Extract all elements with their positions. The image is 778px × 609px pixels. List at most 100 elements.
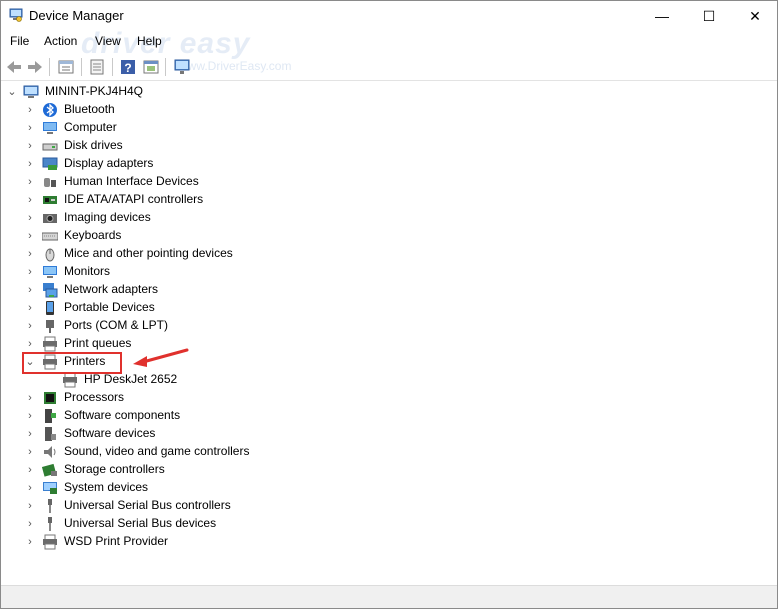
tree-item-network-adapters[interactable]: › Network adapters xyxy=(1,281,777,299)
expand-chevron-icon[interactable]: › xyxy=(25,158,35,170)
back-icon[interactable] xyxy=(5,58,23,76)
tree-item-label: Imaging devices xyxy=(64,210,151,224)
close-button[interactable]: ✕ xyxy=(732,1,778,31)
tree-item-software-components[interactable]: › Software components xyxy=(1,407,777,425)
tree-item-bluetooth[interactable]: › Bluetooth xyxy=(1,101,777,119)
toolbar: ? xyxy=(1,54,777,81)
help-icon[interactable]: ? xyxy=(119,58,137,76)
tree-item-processors[interactable]: › Processors xyxy=(1,389,777,407)
processor-icon xyxy=(44,392,56,404)
expand-chevron-icon[interactable]: › xyxy=(25,464,35,476)
tree-item-portable-devices[interactable]: › Portable Devices xyxy=(1,299,777,317)
expand-chevron-icon[interactable]: › xyxy=(25,518,35,530)
software-device-icon xyxy=(45,427,56,441)
storage-controller-icon xyxy=(42,463,57,477)
tree-root[interactable]: ⌄ MININT-PKJ4H4Q xyxy=(1,83,777,101)
update-icon[interactable] xyxy=(88,58,106,76)
expand-chevron-icon[interactable]: › xyxy=(25,500,35,512)
computer-icon xyxy=(43,122,57,134)
tree-item-keyboards[interactable]: › Keyboards xyxy=(1,227,777,245)
expand-chevron-icon[interactable]: › xyxy=(25,482,35,494)
tree-item-label: IDE ATA/ATAPI controllers xyxy=(64,192,204,206)
expand-chevron-icon[interactable]: › xyxy=(25,284,35,296)
display-adapter-icon xyxy=(42,157,58,170)
tree-item-label: Print queues xyxy=(64,336,132,350)
disk-drive-icon xyxy=(42,143,58,151)
tree-item-label: Network adapters xyxy=(64,282,159,296)
minimize-button[interactable]: — xyxy=(639,1,685,31)
expand-chevron-icon[interactable]: › xyxy=(25,446,35,458)
window-title: Device Manager xyxy=(29,8,124,23)
ide-controller-icon xyxy=(43,196,57,204)
expand-chevron-icon[interactable]: › xyxy=(25,410,35,422)
expand-chevron-icon[interactable]: › xyxy=(25,122,35,134)
tree-item-label: Portable Devices xyxy=(64,300,155,314)
tree-item-mice[interactable]: › Mice and other pointing devices xyxy=(1,245,777,263)
expand-chevron-icon[interactable]: › xyxy=(25,212,35,224)
menu-action[interactable]: Action xyxy=(44,34,77,48)
close-icon: ✕ xyxy=(749,7,761,24)
network-adapter-icon xyxy=(43,283,58,298)
toolbar-separator xyxy=(49,58,50,76)
expand-chevron-icon[interactable]: › xyxy=(25,536,35,548)
expand-chevron-icon[interactable]: › xyxy=(25,302,35,314)
tree-item-monitors[interactable]: › Monitors xyxy=(1,263,777,281)
menu-file[interactable]: File xyxy=(10,34,29,48)
maximize-button[interactable]: ☐ xyxy=(686,1,732,31)
tree-item-label: Display adapters xyxy=(64,156,154,170)
tree-item-system-devices[interactable]: › System devices xyxy=(1,479,777,497)
tree-item-label: Universal Serial Bus controllers xyxy=(64,498,231,512)
tree-item-label: WSD Print Provider xyxy=(64,534,169,548)
printer-icon xyxy=(43,534,57,550)
expand-chevron-icon[interactable]: › xyxy=(25,194,35,206)
monitor-icon xyxy=(43,266,57,278)
device-view-icon[interactable] xyxy=(142,58,160,76)
expand-chevron-icon[interactable]: › xyxy=(25,230,35,242)
tree-item-print-queues[interactable]: › Print queues xyxy=(1,335,777,353)
tree-item-human-interface-devices[interactable]: › Human Interface Devices xyxy=(1,173,777,191)
tree-item-imaging-devices[interactable]: › Imaging devices xyxy=(1,209,777,227)
bluetooth-icon xyxy=(43,103,57,117)
expand-chevron-icon[interactable]: › xyxy=(25,140,35,152)
status-bar xyxy=(1,585,777,608)
print-queue-icon xyxy=(43,336,57,352)
expand-chevron-icon[interactable]: › xyxy=(25,320,35,332)
expand-chevron-icon[interactable]: › xyxy=(25,248,35,260)
tree-item-usb-devices[interactable]: › Universal Serial Bus devices xyxy=(1,515,777,533)
expand-chevron-icon[interactable]: › xyxy=(25,338,35,350)
annotation-arrow-icon xyxy=(133,348,189,367)
tree-item-storage-controllers[interactable]: › Storage controllers xyxy=(1,461,777,479)
menu-help[interactable]: Help xyxy=(137,34,162,48)
tree-item-sound-video-game[interactable]: › Sound, video and game controllers xyxy=(1,443,777,461)
tree-item-label: Ports (COM & LPT) xyxy=(64,318,169,332)
tree-item-ports[interactable]: › Ports (COM & LPT) xyxy=(1,317,777,335)
keyboard-icon xyxy=(42,232,58,241)
forward-icon[interactable] xyxy=(26,58,44,76)
hid-icon xyxy=(44,178,56,187)
tree-item-disk-drives[interactable]: › Disk drives xyxy=(1,137,777,155)
root-label: MININT-PKJ4H4Q xyxy=(45,84,144,98)
scan-hardware-icon[interactable] xyxy=(173,58,191,76)
tree-item-usb-controllers[interactable]: › Universal Serial Bus controllers xyxy=(1,497,777,515)
tree-item-wsd-print-provider[interactable]: › WSD Print Provider xyxy=(1,533,777,551)
collapse-icon[interactable]: ⌄ xyxy=(7,86,17,98)
tree-item-computer[interactable]: › Computer xyxy=(1,119,777,137)
menu-view[interactable]: View xyxy=(95,34,121,48)
expand-chevron-icon[interactable]: › xyxy=(25,392,35,404)
expand-chevron-icon[interactable]: › xyxy=(25,266,35,278)
tree-item-software-devices[interactable]: › Software devices xyxy=(1,425,777,443)
expand-chevron-icon[interactable]: › xyxy=(25,176,35,188)
tree-item-label: Computer xyxy=(64,120,117,134)
printer-icon xyxy=(63,372,77,388)
system-device-icon xyxy=(43,482,57,494)
expand-chevron-icon[interactable]: › xyxy=(25,428,35,440)
port-icon xyxy=(46,320,54,333)
speaker-icon xyxy=(44,446,56,458)
properties-icon[interactable] xyxy=(57,58,75,76)
expand-chevron-icon[interactable]: › xyxy=(25,104,35,116)
tree-item-display-adapters[interactable]: › Display adapters xyxy=(1,155,777,173)
device-manager-icon xyxy=(9,8,23,22)
tree-item-ide-ata-atapi-controllers[interactable]: › IDE ATA/ATAPI controllers xyxy=(1,191,777,209)
mouse-icon xyxy=(45,248,55,262)
tree-item-label: Processors xyxy=(64,390,125,404)
